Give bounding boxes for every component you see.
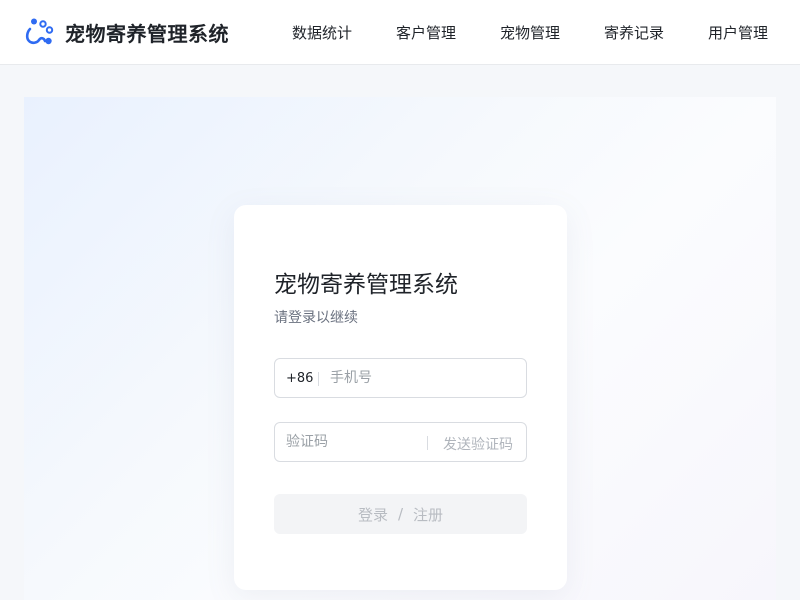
nav-item-boarding-records[interactable]: 寄养记录 (604, 22, 664, 43)
phone-field[interactable]: +86 (274, 358, 527, 398)
verification-code-input[interactable] (286, 423, 426, 461)
prefix-divider (318, 372, 319, 386)
main-nav: 数据统计 客户管理 宠物管理 寄养记录 用户管理 (0, 0, 800, 64)
register-label: 注册 (413, 505, 444, 524)
nav-item-statistics[interactable]: 数据统计 (292, 22, 352, 43)
send-code-button[interactable]: 发送验证码 (443, 434, 513, 454)
login-register-separator: / (397, 505, 404, 523)
phone-input[interactable] (330, 359, 520, 397)
login-subtitle: 请登录以继续 (274, 310, 358, 326)
top-navbar: 宠物寄养管理系统 数据统计 客户管理 宠物管理 寄养记录 用户管理 (0, 0, 800, 65)
nav-item-users[interactable]: 用户管理 (708, 22, 768, 43)
verification-code-field[interactable]: 发送验证码 (274, 422, 527, 462)
login-card: 宠物寄养管理系统 请登录以继续 +86 发送验证码 登录 / 注册 (234, 205, 567, 590)
nav-item-pets[interactable]: 宠物管理 (500, 22, 560, 43)
nav-item-customers[interactable]: 客户管理 (396, 22, 456, 43)
send-code-divider (427, 436, 428, 450)
login-label: 登录 (357, 505, 388, 524)
login-register-button[interactable]: 登录 / 注册 (274, 494, 527, 534)
login-stage: 宠物寄养管理系统 请登录以继续 +86 发送验证码 登录 / 注册 (24, 97, 776, 600)
login-title: 宠物寄养管理系统 (274, 272, 458, 298)
country-code-prefix[interactable]: +86 (286, 371, 313, 386)
